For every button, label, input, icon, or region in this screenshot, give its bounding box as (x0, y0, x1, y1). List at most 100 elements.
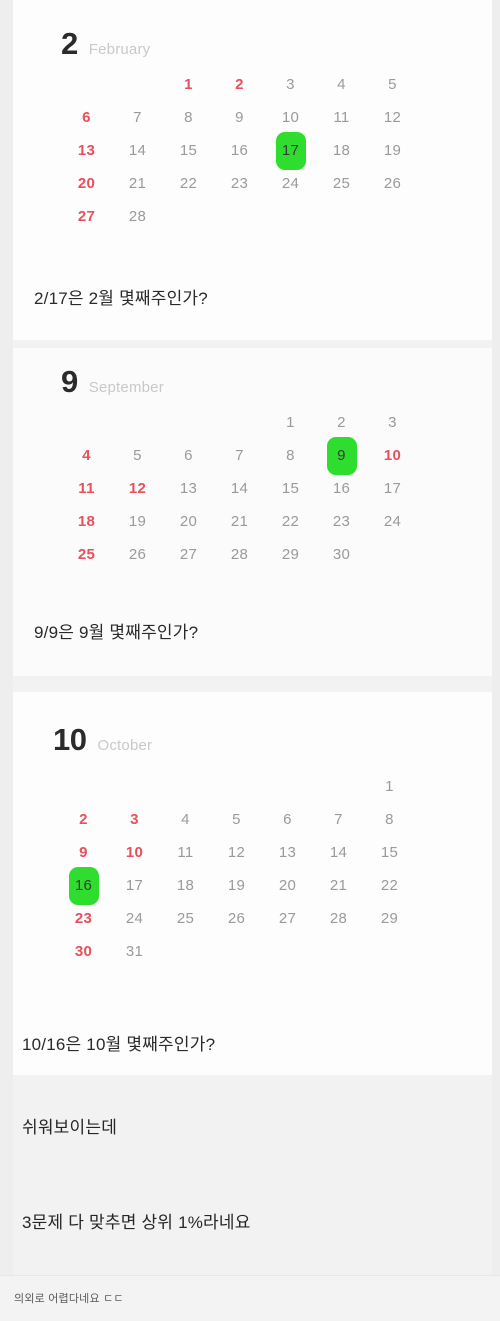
calendar-cell-february-25[interactable]: 25 (316, 167, 367, 200)
calendar-cell-october-3[interactable]: 3 (109, 803, 160, 836)
calendar-day-label: 22 (281, 513, 300, 530)
calendar-cell-february-16[interactable]: 16 (214, 134, 265, 167)
calendar-cell-october-18[interactable]: 18 (160, 869, 211, 902)
calendar-cell-september-3[interactable]: 3 (367, 406, 418, 439)
calendar-cell-february-6[interactable]: 6 (61, 101, 112, 134)
calendar-cell-october-4[interactable]: 4 (160, 803, 211, 836)
calendar-grid-february[interactable]: 1 2 3 4 5 6 7 8 9 10 11 12 13 14 15 16 17 18 19 20 21 22 23 24 2… (61, 68, 418, 233)
calendar-cell-empty (214, 200, 265, 233)
calendar-cell-september-16[interactable]: 16 (316, 472, 367, 505)
calendar-cell-february-28[interactable]: 28 (112, 200, 163, 233)
calendar-cell-february-7[interactable]: 7 (112, 101, 163, 134)
calendar-cell-february-22[interactable]: 22 (163, 167, 214, 200)
calendar-cell-october-7[interactable]: 7 (313, 803, 364, 836)
calendar-cell-february-13[interactable]: 13 (61, 134, 112, 167)
calendar-cell-october-30[interactable]: 30 (58, 935, 109, 968)
calendar-cell-february-2[interactable]: 2 (214, 68, 265, 101)
calendar-cell-october-9[interactable]: 9 (58, 836, 109, 869)
calendar-cell-september-11[interactable]: 11 (61, 472, 112, 505)
calendar-cell-february-1[interactable]: 1 (163, 68, 214, 101)
calendar-cell-september-23[interactable]: 23 (316, 505, 367, 538)
calendar-cell-october-10[interactable]: 10 (109, 836, 160, 869)
calendar-cell-february-5[interactable]: 5 (367, 68, 418, 101)
calendar-cell-october-27[interactable]: 27 (262, 902, 313, 935)
calendar-cell-september-21[interactable]: 21 (214, 505, 265, 538)
calendar-cell-september-24[interactable]: 24 (367, 505, 418, 538)
calendar-cell-february-8[interactable]: 8 (163, 101, 214, 134)
calendar-cell-october-16[interactable]: 16 (58, 866, 109, 905)
calendar-cell-february-11[interactable]: 11 (316, 101, 367, 134)
calendar-cell-february-23[interactable]: 23 (214, 167, 265, 200)
calendar-cell-february-15[interactable]: 15 (163, 134, 214, 167)
calendar-cell-september-17[interactable]: 17 (367, 472, 418, 505)
calendar-cell-september-29[interactable]: 29 (265, 538, 316, 571)
calendar-cell-february-20[interactable]: 20 (61, 167, 112, 200)
calendar-cell-february-4[interactable]: 4 (316, 68, 367, 101)
calendar-cell-september-9[interactable]: 9 (316, 436, 367, 475)
calendar-cell-october-23[interactable]: 23 (58, 902, 109, 935)
calendar-cell-february-10[interactable]: 10 (265, 101, 316, 134)
calendar-cell-october-2[interactable]: 2 (58, 803, 109, 836)
calendar-cell-september-5[interactable]: 5 (112, 439, 163, 472)
calendar-cell-september-13[interactable]: 13 (163, 472, 214, 505)
calendar-cell-september-26[interactable]: 26 (112, 538, 163, 571)
calendar-cell-september-30[interactable]: 30 (316, 538, 367, 571)
calendar-cell-september-7[interactable]: 7 (214, 439, 265, 472)
calendar-cell-october-24[interactable]: 24 (109, 902, 160, 935)
calendar-cell-september-6[interactable]: 6 (163, 439, 214, 472)
calendar-cell-october-22[interactable]: 22 (364, 869, 415, 902)
calendar-cell-october-12[interactable]: 12 (211, 836, 262, 869)
calendar-day-label: 23 (332, 513, 351, 530)
closing-line-2: 3문제 다 맞추면 상위 1%라네요 (22, 1213, 251, 1232)
calendar-cell-february-3[interactable]: 3 (265, 68, 316, 101)
calendar-cell-february-19[interactable]: 19 (367, 134, 418, 167)
calendar-cell-october-5[interactable]: 5 (211, 803, 262, 836)
calendar-cell-september-4[interactable]: 4 (61, 439, 112, 472)
calendar-cell-september-27[interactable]: 27 (163, 538, 214, 571)
calendar-grid-october[interactable]: 1 2 3 4 5 6 7 8 9 10 11 12 13 14 15 16 17 18 19 20 21 22 23 24 2… (58, 770, 415, 968)
calendar-cell-october-25[interactable]: 25 (160, 902, 211, 935)
calendar-cell-october-13[interactable]: 13 (262, 836, 313, 869)
calendar-cell-february-21[interactable]: 21 (112, 167, 163, 200)
calendar-cell-october-20[interactable]: 20 (262, 869, 313, 902)
calendar-cell-october-19[interactable]: 19 (211, 869, 262, 902)
calendar-cell-october-17[interactable]: 17 (109, 869, 160, 902)
calendar-cell-october-1[interactable]: 1 (364, 770, 415, 803)
calendar-cell-february-18[interactable]: 18 (316, 134, 367, 167)
calendar-cell-september-20[interactable]: 20 (163, 505, 214, 538)
calendar-cell-october-8[interactable]: 8 (364, 803, 415, 836)
calendar-cell-october-28[interactable]: 28 (313, 902, 364, 935)
calendar-cell-february-26[interactable]: 26 (367, 167, 418, 200)
calendar-cell-october-29[interactable]: 29 (364, 902, 415, 935)
calendar-cell-october-21[interactable]: 21 (313, 869, 364, 902)
calendar-grid-september[interactable]: 1 2 3 4 5 6 7 8 9 10 11 12 13 14 15 16 17 18 19 20 21 22 23 24 2… (61, 406, 418, 571)
calendar-cell-february-27[interactable]: 27 (61, 200, 112, 233)
calendar-cell-february-17[interactable]: 17 (265, 131, 316, 170)
calendar-cell-february-9[interactable]: 9 (214, 101, 265, 134)
calendar-cell-october-6[interactable]: 6 (262, 803, 313, 836)
calendar-cell-february-12[interactable]: 12 (367, 101, 418, 134)
calendar-day-label: 23 (74, 910, 93, 927)
calendar-cell-september-14[interactable]: 14 (214, 472, 265, 505)
calendar-cell-october-15[interactable]: 15 (364, 836, 415, 869)
calendar-cell-september-12[interactable]: 12 (112, 472, 163, 505)
calendar-cell-october-11[interactable]: 11 (160, 836, 211, 869)
calendar-header-october: 10 October (53, 724, 152, 755)
calendar-cell-september-15[interactable]: 15 (265, 472, 316, 505)
calendar-cell-september-22[interactable]: 22 (265, 505, 316, 538)
calendar-cell-september-19[interactable]: 19 (112, 505, 163, 538)
calendar-cell-september-1[interactable]: 1 (265, 406, 316, 439)
calendar-cell-empty (364, 935, 415, 968)
calendar-cell-february-14[interactable]: 14 (112, 134, 163, 167)
calendar-cell-september-8[interactable]: 8 (265, 439, 316, 472)
calendar-cell-september-18[interactable]: 18 (61, 505, 112, 538)
calendar-cell-february-24[interactable]: 24 (265, 167, 316, 200)
calendar-day-label: 24 (383, 513, 402, 530)
calendar-cell-september-2[interactable]: 2 (316, 406, 367, 439)
calendar-cell-september-28[interactable]: 28 (214, 538, 265, 571)
calendar-cell-september-25[interactable]: 25 (61, 538, 112, 571)
calendar-cell-october-14[interactable]: 14 (313, 836, 364, 869)
calendar-cell-october-31[interactable]: 31 (109, 935, 160, 968)
calendar-cell-october-26[interactable]: 26 (211, 902, 262, 935)
calendar-cell-september-10[interactable]: 10 (367, 439, 418, 472)
